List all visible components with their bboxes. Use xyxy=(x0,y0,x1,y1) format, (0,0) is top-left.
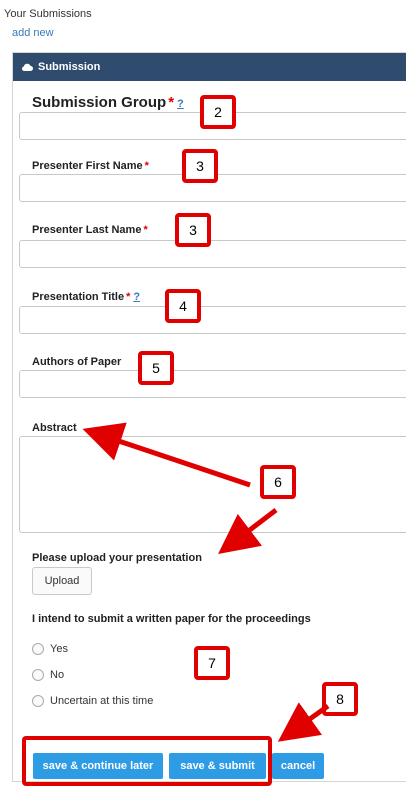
annotation-callout-4: 4 xyxy=(165,289,201,323)
upload-button[interactable]: Upload xyxy=(32,567,92,595)
radio-yes[interactable] xyxy=(32,643,44,655)
last-name-label: Presenter Last Name * xyxy=(32,224,148,236)
paper-question-label: I intend to submit a written paper for t… xyxy=(32,613,311,625)
cloud-upload-icon xyxy=(22,63,33,71)
upload-label: Please upload your presentation xyxy=(32,552,202,564)
presentation-title-label: Presentation Title *? xyxy=(32,291,140,303)
help-link[interactable]: ? xyxy=(133,291,140,303)
option-no-label: No xyxy=(50,669,65,681)
last-name-label-text: Presenter Last Name xyxy=(32,224,142,236)
presentation-title-input[interactable] xyxy=(19,306,406,334)
abstract-textarea[interactable] xyxy=(19,436,406,533)
submission-group-label-text: Submission Group xyxy=(32,94,167,111)
page-title: Your Submissions xyxy=(4,8,92,20)
option-no[interactable]: No xyxy=(32,669,64,681)
annotation-callout-8: 8 xyxy=(322,682,358,716)
authors-label: Authors of Paper xyxy=(32,356,122,368)
required-marker: * xyxy=(126,291,131,303)
option-yes-label: Yes xyxy=(50,643,68,655)
cancel-button[interactable]: cancel xyxy=(272,753,324,779)
presentation-title-label-text: Presentation Title xyxy=(32,291,125,303)
annotation-box xyxy=(22,736,272,786)
first-name-label-text: Presenter First Name xyxy=(32,160,143,172)
help-link[interactable]: ? xyxy=(177,98,184,110)
first-name-label: Presenter First Name * xyxy=(32,160,149,172)
radio-no[interactable] xyxy=(32,669,44,681)
authors-input[interactable] xyxy=(19,370,406,398)
last-name-input[interactable] xyxy=(19,240,406,268)
add-new-link[interactable]: add new xyxy=(12,27,54,39)
abstract-label: Abstract xyxy=(32,422,77,434)
panel-header: Submission xyxy=(13,53,406,81)
option-uncertain[interactable]: Uncertain at this time xyxy=(32,695,153,707)
required-marker: * xyxy=(144,160,149,172)
panel-title: Submission xyxy=(38,61,101,73)
required-marker: * xyxy=(143,224,148,236)
annotation-callout-3a: 3 xyxy=(182,149,218,183)
annotation-callout-2: 2 xyxy=(200,95,236,129)
radio-uncertain[interactable] xyxy=(32,695,44,707)
annotation-callout-3b: 3 xyxy=(175,213,211,247)
annotation-callout-6: 6 xyxy=(260,465,296,499)
submission-group-label: Submission Group *? xyxy=(32,94,184,111)
annotation-callout-7: 7 xyxy=(194,646,230,680)
option-uncertain-label: Uncertain at this time xyxy=(50,695,154,707)
option-yes[interactable]: Yes xyxy=(32,643,68,655)
required-marker: * xyxy=(168,94,175,111)
annotation-callout-5: 5 xyxy=(138,351,174,385)
